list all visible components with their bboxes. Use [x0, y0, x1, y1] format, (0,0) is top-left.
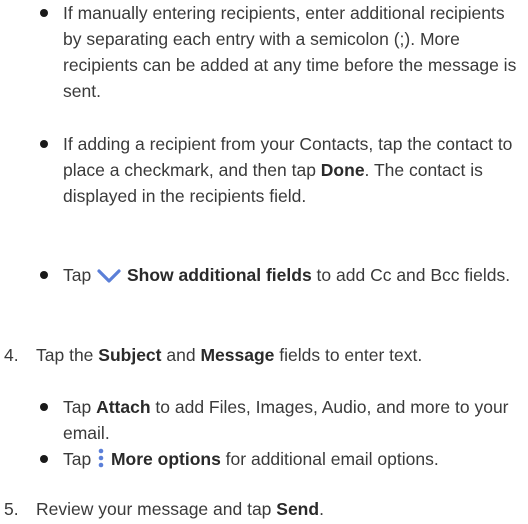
send-label: Send [276, 499, 320, 519]
step-text-part: Review your message and tap [36, 499, 277, 519]
more-options-label: More options [110, 449, 221, 469]
step-text: Tap the Subject and Message fields to en… [36, 342, 525, 368]
bullet-manual-recipients: If manually entering recipients, enter a… [40, 0, 525, 104]
bullet-dot [40, 403, 48, 411]
bullet-dot [40, 140, 48, 148]
done-label: Done [320, 160, 365, 180]
bullet-more-options: Tap More options for additional email op… [40, 446, 525, 476]
bullet-text: to add Cc and Bcc fields. [311, 265, 511, 285]
step-text-part: fields to enter text. [274, 345, 423, 365]
bullet-dot [40, 271, 48, 279]
bullet-attach: Tap Attach to add Files, Images, Audio, … [40, 394, 525, 446]
more-options-icon [96, 447, 106, 476]
bullet-dot [40, 9, 48, 17]
step-text-part: and [161, 345, 201, 365]
bullet-contacts-recipient: If adding a recipient from your Contacts… [40, 131, 525, 209]
step-number: 5. [4, 499, 19, 519]
step-text-part: . [319, 499, 324, 519]
step-text-part: Tap the [36, 345, 99, 365]
attach-label: Attach [96, 397, 151, 417]
bullet-text: If manually entering recipients, enter a… [63, 3, 517, 101]
show-additional-fields-label: Show additional fields [126, 265, 312, 285]
message-label: Message [200, 345, 275, 365]
subject-label: Subject [98, 345, 162, 365]
step-number: 4. [4, 345, 19, 365]
chevron-down-icon [96, 266, 122, 292]
bullet-text: Tap [63, 397, 97, 417]
bullet-additional-fields: Tap Show additional fields to add Cc and… [40, 262, 525, 292]
step-text: Review your message and tap Send. [36, 496, 525, 522]
bullet-text: Tap [63, 449, 97, 469]
bullet-text: for additional email options. [220, 449, 439, 469]
bullet-text: Tap [63, 265, 97, 285]
bullet-dot [40, 455, 48, 463]
